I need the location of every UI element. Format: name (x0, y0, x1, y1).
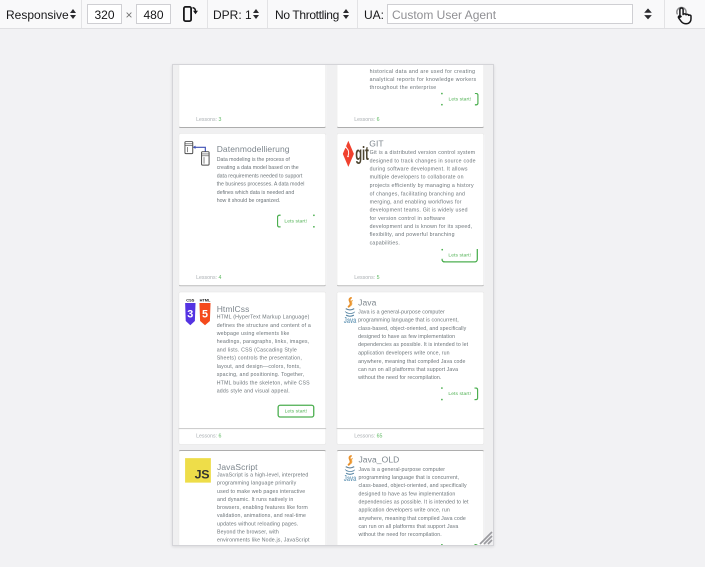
svg-text:HTML: HTML (200, 298, 211, 303)
svg-text:3: 3 (187, 309, 193, 321)
svg-text:CSS: CSS (186, 298, 194, 303)
svg-text:git: git (355, 144, 369, 165)
svg-text:Java: Java (344, 473, 357, 483)
svg-text:Java: Java (344, 315, 357, 325)
svg-text:5: 5 (202, 309, 208, 321)
